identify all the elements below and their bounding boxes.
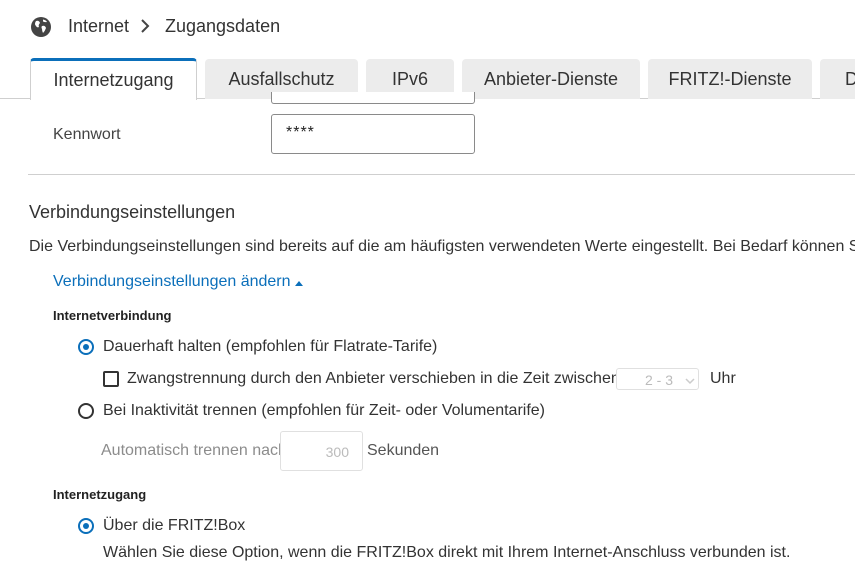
password-value: ****	[286, 124, 315, 141]
page-title: Zugangsdaten	[165, 16, 281, 36]
tab-anbieter-dienste[interactable]: Anbieter-Dienste	[462, 59, 640, 99]
breadcrumb-internet[interactable]: Internet	[68, 16, 129, 37]
password-label: Kennwort	[53, 126, 121, 143]
radio-permanent-label[interactable]: Dauerhaft halten (empfohlen für Flatrate…	[103, 338, 437, 356]
username-field[interactable]	[271, 92, 475, 104]
tab-internetzugang[interactable]: Internetzugang	[30, 58, 197, 100]
forced-disconnect-time-value: 2 - 3	[645, 372, 674, 388]
auto-disconnect-value: 300	[325, 444, 349, 460]
forced-disconnect-time-select[interactable]: 2 - 3	[616, 368, 699, 390]
auto-disconnect-label: Automatisch trennen nach	[101, 442, 287, 459]
radio-fritzbox[interactable]	[78, 518, 94, 534]
forced-disconnect-unit: Uhr	[710, 370, 736, 387]
internet-access-heading: Internetzugang	[53, 487, 147, 502]
radio-fritzbox-label[interactable]: Über die FRITZ!Box	[103, 517, 245, 535]
chevron-right-icon	[140, 16, 150, 41]
chevron-down-icon	[685, 373, 695, 389]
auto-disconnect-input[interactable]: 300	[280, 431, 363, 471]
password-field[interactable]: ****	[271, 114, 475, 154]
connection-settings-link[interactable]: Verbindungseinstellungen ändern	[53, 273, 291, 291]
caret-up-icon	[294, 274, 304, 292]
radio-inactivity[interactable]	[78, 403, 94, 419]
forced-disconnect-checkbox[interactable]	[103, 371, 119, 387]
section-divider	[28, 174, 855, 175]
connection-settings-toggle[interactable]: Verbindungseinstellungen ändern	[53, 272, 304, 292]
tab-more[interactable]: D	[820, 59, 855, 99]
internet-connection-heading: Internetverbindung	[53, 308, 172, 323]
tab-fritz-dienste[interactable]: FRITZ!-Dienste	[648, 59, 812, 99]
radio-permanent[interactable]	[78, 339, 94, 355]
connection-settings-description: Die Verbindungseinstellungen sind bereit…	[29, 238, 855, 255]
radio-inactivity-label[interactable]: Bei Inaktivität trennen (empfohlen für Z…	[103, 402, 545, 420]
radio-fritzbox-description: Wählen Sie diese Option, wenn die FRITZ!…	[103, 544, 791, 561]
globe-icon	[30, 16, 52, 38]
auto-disconnect-unit: Sekunden	[367, 442, 440, 459]
connection-settings-title: Verbindungseinstellungen	[29, 202, 236, 222]
forced-disconnect-label[interactable]: Zwangstrennung durch den Anbieter versch…	[127, 370, 620, 388]
